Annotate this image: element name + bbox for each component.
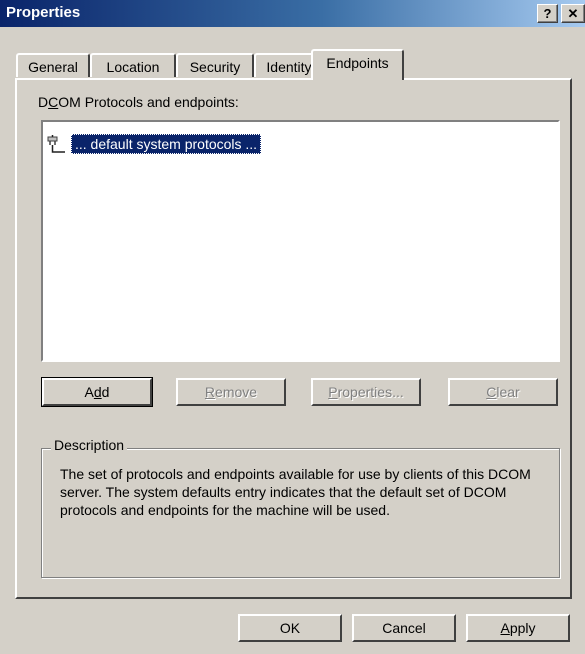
network-plug-icon xyxy=(47,135,65,153)
tab-location[interactable]: Location xyxy=(90,53,176,77)
properties-button[interactable]: Properties... xyxy=(311,378,421,406)
window-title: Properties xyxy=(6,4,81,21)
remove-button[interactable]: Remove xyxy=(176,378,286,406)
clear-button[interactable]: Clear xyxy=(448,378,558,406)
tab-security[interactable]: Security xyxy=(176,53,254,77)
protocols-listbox[interactable]: ... default system protocols ... xyxy=(41,120,560,362)
ok-button[interactable]: OK xyxy=(238,614,342,642)
tab-endpoints[interactable]: Endpoints xyxy=(311,49,404,80)
apply-button[interactable]: Apply xyxy=(466,614,570,642)
description-label: Description xyxy=(51,437,128,453)
protocols-list-label: DCOM Protocols and endpoints: xyxy=(38,94,239,110)
close-button[interactable]: ✕ xyxy=(561,4,585,23)
description-text: The set of protocols and endpoints avail… xyxy=(60,466,531,518)
tab-general[interactable]: General xyxy=(16,53,90,77)
cancel-button[interactable]: Cancel xyxy=(352,614,456,642)
title-bar: Properties ? ✕ xyxy=(0,0,585,27)
help-button[interactable]: ? xyxy=(537,4,558,23)
add-button[interactable]: Add xyxy=(41,377,153,407)
list-item-label: ... default system protocols ... xyxy=(71,134,262,154)
